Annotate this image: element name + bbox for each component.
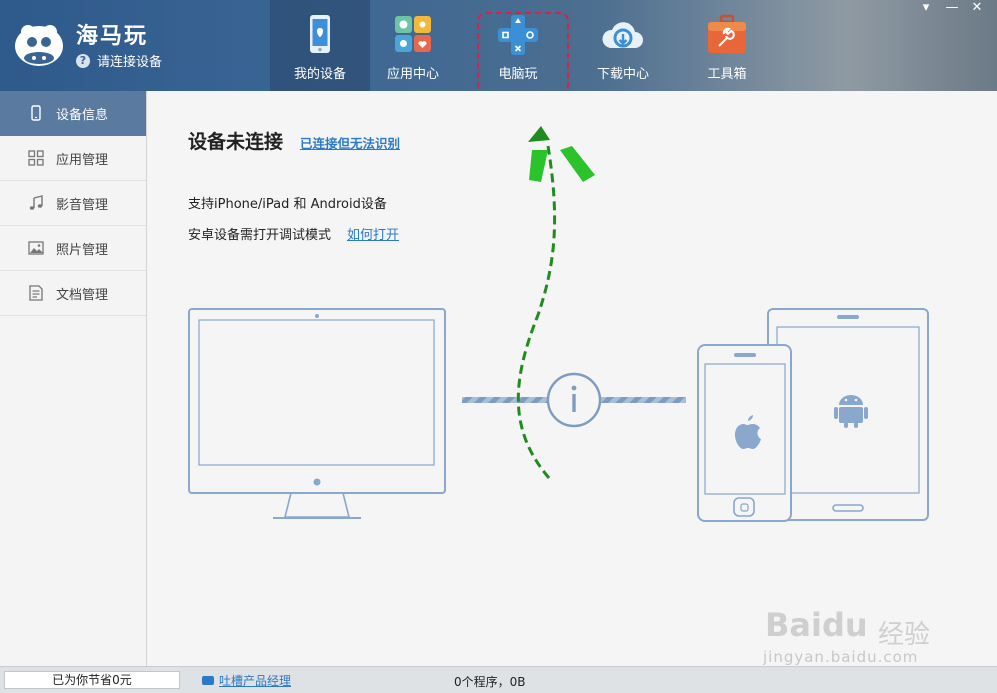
feedback-link[interactable]: 吐槽产品经理 bbox=[202, 672, 291, 689]
saved-amount: 已为你节省0元 bbox=[4, 671, 180, 689]
status-bar: 已为你节省0元 吐槽产品经理 0个程序，0B bbox=[0, 666, 997, 693]
info-circle-icon bbox=[546, 372, 602, 428]
watermark-url: jingyan.baidu.com bbox=[763, 648, 919, 666]
annotation-dashed-curve bbox=[516, 145, 557, 479]
watermark-brand-du: du bbox=[821, 606, 868, 644]
chat-bubble-icon bbox=[202, 676, 214, 685]
feedback-label: 吐槽产品经理 bbox=[219, 674, 292, 688]
annotation-arrow-icon bbox=[528, 126, 595, 182]
monitor-illustration bbox=[188, 308, 446, 519]
program-count: 0个程序，0B bbox=[454, 675, 526, 689]
watermark-brand: Bai bbox=[765, 606, 822, 644]
watermark-cn: 经验 bbox=[878, 620, 931, 650]
connection-illustration bbox=[188, 126, 929, 522]
